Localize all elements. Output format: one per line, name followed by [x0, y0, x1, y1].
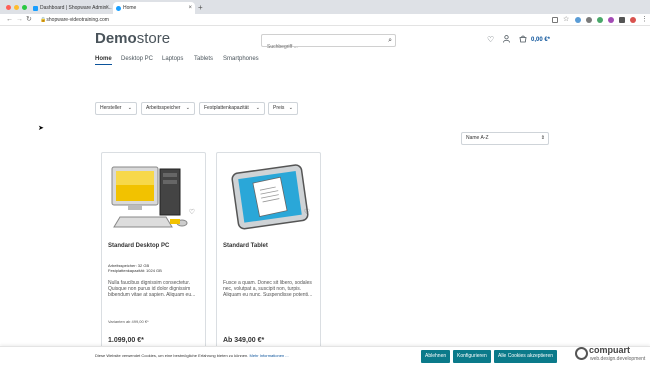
maximize-window-button[interactable]	[22, 5, 27, 10]
close-tab-icon[interactable]: ×	[105, 2, 109, 14]
chevron-down-icon: ⌄	[255, 105, 260, 111]
profile-avatar[interactable]	[630, 17, 636, 23]
watermark-name: compuart	[589, 345, 631, 355]
tab-title: Dashboard | Shopware Admini...	[40, 5, 112, 11]
filter-label: Hersteller	[100, 105, 122, 111]
cart-total[interactable]: 0,00 €*	[531, 37, 550, 43]
product-card[interactable]: ♡ Standard Desktop PC Arbeitsspeicher: 3…	[101, 152, 206, 366]
property-line: Festplattenkapazität: 1024 GB	[108, 268, 162, 273]
cart-icon[interactable]	[519, 35, 527, 46]
shopware-favicon-icon	[33, 6, 38, 11]
product-name[interactable]: Standard Tablet	[223, 243, 268, 249]
configure-cookies-button[interactable]: Konfigurieren	[453, 350, 491, 363]
account-icon[interactable]	[503, 35, 510, 46]
product-name[interactable]: Standard Desktop PC	[108, 243, 169, 249]
chevron-down-icon: ⌄	[288, 105, 293, 111]
more-info-link[interactable]: Mehr Informationen ...	[249, 353, 288, 358]
storefront-page: Demostore ⌕ ♡ 0,00 €* Home Desktop PC La…	[0, 26, 650, 366]
lock-icon: 🔒	[40, 17, 47, 23]
sort-value: Name A-Z	[466, 135, 489, 141]
nav-item-home[interactable]: Home	[95, 56, 112, 65]
nav-item-tablets[interactable]: Tablets	[194, 56, 213, 62]
product-price: 1.099,00 €*	[108, 337, 144, 344]
search-icon[interactable]: ⌕	[388, 36, 392, 46]
logo-light: store	[136, 30, 171, 47]
bookmark-star-icon[interactable]: ☆	[563, 16, 569, 23]
tab-title: Home	[123, 5, 137, 11]
product-properties: Arbeitsspeicher: 32 GB Festplattenkapazi…	[108, 263, 162, 273]
filter-memory[interactable]: Arbeitsspeicher ⌄	[141, 102, 195, 115]
product-price: Ab 349,00 €*	[223, 337, 265, 344]
shopware-favicon-icon	[116, 6, 121, 11]
accept-all-cookies-button[interactable]: Alle Cookies akzeptieren	[494, 350, 558, 363]
store-logo[interactable]: Demostore	[95, 30, 170, 47]
sort-select[interactable]: Name A-Z ⇕	[461, 132, 549, 145]
cookie-text: Diese Website verwendet Cookies, um eine…	[95, 353, 289, 358]
extension-icon[interactable]	[608, 17, 614, 23]
chevron-down-icon: ⌄	[127, 105, 132, 111]
cookie-banner: Diese Website verwendet Cookies, um eine…	[0, 346, 650, 366]
share-icon[interactable]	[552, 17, 558, 23]
filter-label: Preis	[273, 105, 285, 111]
url-field[interactable]: 🔒 shopware-videotraining.com	[40, 16, 109, 24]
minimize-window-button[interactable]	[14, 5, 19, 10]
nav-item-laptops[interactable]: Laptops	[162, 56, 183, 62]
nav-item-smartphones[interactable]: Smartphones	[223, 56, 259, 62]
nav-item-desktop-pc[interactable]: Desktop PC	[121, 56, 153, 62]
chevron-updown-icon: ⇕	[540, 135, 545, 141]
close-tab-icon[interactable]: ×	[188, 2, 192, 14]
search-box: ⌕	[261, 34, 396, 53]
watermark-subtitle: web.design.development	[590, 356, 646, 362]
product-description: Fusce a quam. Donec sit libero, sodales …	[223, 280, 313, 298]
wishlist-heart-icon[interactable]: ♡	[189, 208, 195, 216]
address-bar: ← → ↻ 🔒 shopware-videotraining.com ☆ ⋮	[0, 14, 650, 26]
menu-icon[interactable]: ⋮	[641, 16, 648, 23]
product-image-desktop-pc[interactable]	[110, 161, 198, 235]
extension-icon[interactable]	[586, 17, 592, 23]
filter-price[interactable]: Preis ⌄	[268, 102, 298, 115]
product-card[interactable]: ♡ Standard Tablet Fusce a quam. Donec si…	[216, 152, 321, 366]
product-image-tablet[interactable]	[225, 161, 313, 235]
logo-bold: Demo	[95, 30, 137, 47]
variant-note: Varianten ab 499,00 €*	[108, 319, 149, 324]
new-tab-button[interactable]: +	[198, 2, 203, 13]
watermark: compuart web.design.development	[575, 345, 650, 366]
filter-label: Festplattenkapazität	[204, 105, 249, 111]
wishlist-heart-icon[interactable]: ♡	[487, 35, 494, 45]
extension-icon[interactable]	[575, 17, 581, 23]
close-window-button[interactable]	[6, 5, 11, 10]
search-input[interactable]	[267, 41, 382, 53]
url-text: shopware-videotraining.com	[46, 17, 109, 23]
chevron-down-icon: ⌄	[185, 105, 190, 111]
reload-icon[interactable]: ↻	[26, 15, 32, 25]
cookie-message: Diese Website verwendet Cookies, um eine…	[95, 353, 249, 358]
browser-tab-strip: Dashboard | Shopware Admini... × Home × …	[0, 0, 650, 14]
compuart-logo-icon	[575, 347, 588, 360]
forward-icon[interactable]: →	[16, 15, 23, 25]
wishlist-heart-icon[interactable]: ♡	[304, 208, 310, 216]
filter-label: Arbeitsspeicher	[146, 105, 181, 111]
filter-disk-capacity[interactable]: Festplattenkapazität ⌄	[199, 102, 265, 115]
back-icon[interactable]: ←	[6, 15, 13, 25]
mouse-cursor-icon: ➤	[38, 125, 44, 132]
tab-home[interactable]: Home ×	[113, 2, 195, 14]
extension-icon[interactable]	[597, 17, 603, 23]
extension-icon[interactable]	[619, 17, 625, 23]
filter-manufacturer[interactable]: Hersteller ⌄	[95, 102, 137, 115]
tab-dashboard[interactable]: Dashboard | Shopware Admini... ×	[30, 2, 112, 14]
product-description: Nulla faucibus dignissim consectetur. Qu…	[108, 280, 196, 298]
reject-cookies-button[interactable]: Ablehnen	[421, 350, 451, 363]
